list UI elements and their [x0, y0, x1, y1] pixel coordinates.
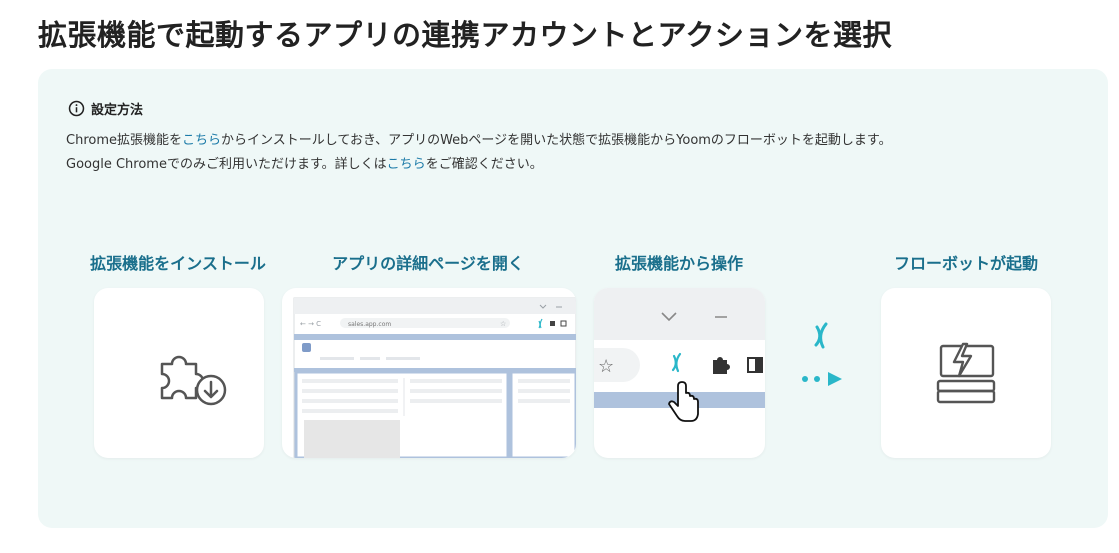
step-label-open-page: アプリの詳細ページを開く	[332, 254, 524, 273]
info-text-1b: からインストールしておき、アプリのWebページを開いた状態で拡張機能からYoom…	[221, 133, 892, 148]
info-text-1a: Chrome拡張機能を	[66, 133, 182, 148]
star-icon: ☆	[598, 356, 614, 377]
browser-url: sales.app.com	[348, 321, 391, 328]
info-heading: 設定方法	[68, 99, 143, 118]
step-card-flowbot	[881, 288, 1051, 458]
info-heading-text: 設定方法	[91, 103, 144, 118]
step-card-browser: ← → C sales.app.com ☆	[282, 288, 576, 458]
extension-install-link[interactable]: こちら	[182, 133, 221, 148]
svg-text:← → C: ← → C	[300, 320, 321, 328]
info-icon	[68, 100, 85, 117]
setup-panel: 設定方法 Chrome拡張機能をこちらからインストールしておき、アプリのWebペ…	[38, 69, 1108, 528]
step-card-extension: ☆	[594, 288, 765, 458]
step-card-install	[94, 288, 264, 458]
info-text-2a: Google Chromeでのみご利用いただけます。詳しくは	[66, 157, 387, 172]
puzzle-download-icon	[160, 355, 227, 406]
details-link[interactable]: こちら	[387, 157, 426, 172]
step-label-flowbot: フローボットが起動	[893, 254, 1039, 273]
play-arrow-icon	[828, 372, 842, 386]
info-text-2b: をご確認ください。	[425, 157, 543, 172]
info-description: Chrome拡張機能をこちらからインストールしておき、アプリのWebページを開い…	[66, 129, 892, 177]
flowbot-icon	[936, 342, 996, 404]
page-title: 拡張機能で起動するアプリの連携アカウントとアクションを選択	[38, 18, 893, 52]
svg-text:☆: ☆	[500, 320, 506, 328]
step-label-install: 拡張機能をインストール	[90, 254, 266, 273]
step-label-operate: 拡張機能から操作	[614, 254, 744, 273]
yoom-logo-icon	[814, 322, 828, 349]
flow-connector	[802, 322, 842, 386]
